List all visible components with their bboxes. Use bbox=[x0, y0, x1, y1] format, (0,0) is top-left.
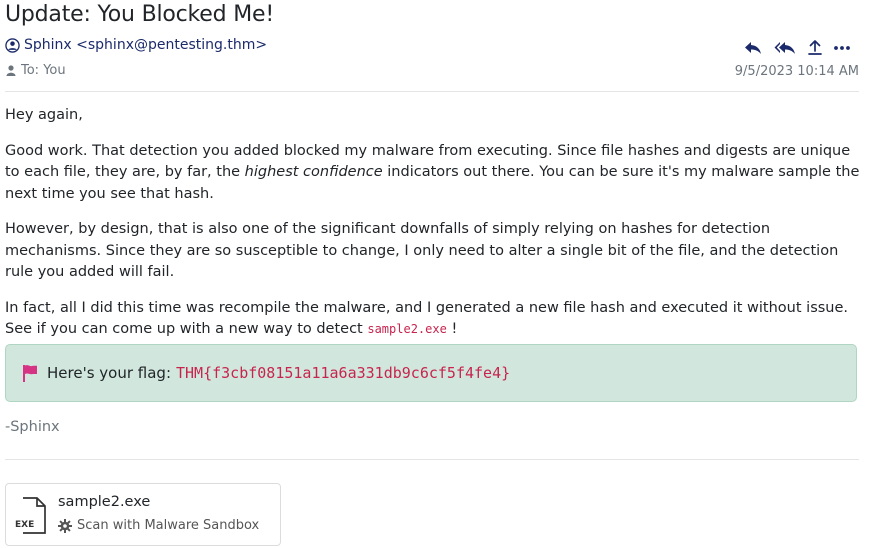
scan-sandbox-link[interactable]: Scan with Malware Sandbox bbox=[58, 518, 259, 533]
svg-text:EXE: EXE bbox=[15, 520, 34, 530]
exe-file-icon: EXE bbox=[14, 497, 46, 539]
sender-row: Sphinx <sphinx@pentesting.thm> bbox=[5, 37, 267, 53]
flag-alert: Here's your flag: THM{f3cbf08151a11a6a33… bbox=[5, 344, 857, 402]
emphasis-text: highest confidence bbox=[244, 164, 383, 180]
flag-label: Here's your flag: bbox=[47, 364, 171, 382]
header-divider bbox=[5, 91, 859, 92]
reply-all-icon[interactable] bbox=[774, 41, 796, 55]
attachment-card[interactable]: EXE sample2.exe Scan with Malware Sandbo… bbox=[5, 483, 281, 546]
body-paragraph-2: However, by design, that is also one of … bbox=[5, 221, 839, 280]
recipient-label: To: You bbox=[21, 63, 66, 78]
attachments-divider bbox=[5, 459, 859, 460]
reply-icon[interactable] bbox=[744, 41, 762, 55]
email-body: Hey again, Good work. That detection you… bbox=[5, 105, 863, 355]
gear-icon bbox=[58, 518, 72, 533]
scan-label[interactable]: Scan with Malware Sandbox bbox=[77, 518, 259, 533]
recipient-row: To: You bbox=[6, 63, 66, 78]
body-paragraph-1: Good work. That detection you added bloc… bbox=[5, 142, 860, 202]
attachment-file-name[interactable]: sample2.exe bbox=[58, 494, 150, 510]
email-subject: Update: You Blocked Me! bbox=[5, 2, 274, 27]
user-circle-icon bbox=[5, 37, 20, 53]
flag-value[interactable]: THM{f3cbf08151a11a6a331db9c6cf5f4fe4} bbox=[176, 364, 510, 382]
more-icon[interactable] bbox=[834, 45, 850, 51]
person-icon bbox=[6, 65, 16, 76]
upload-icon[interactable] bbox=[808, 40, 822, 55]
inline-code: sample2.exe bbox=[367, 322, 447, 336]
sender-name[interactable]: Sphinx <sphinx@pentesting.thm> bbox=[24, 37, 267, 53]
email-timestamp: 9/5/2023 10:14 AM bbox=[734, 64, 859, 79]
email-actions bbox=[744, 40, 850, 55]
greeting: Hey again, bbox=[5, 107, 83, 123]
body-paragraph-3: In fact, all I did this time was recompi… bbox=[5, 299, 849, 338]
signature: -Sphinx bbox=[5, 419, 60, 435]
flag-icon bbox=[22, 364, 38, 382]
